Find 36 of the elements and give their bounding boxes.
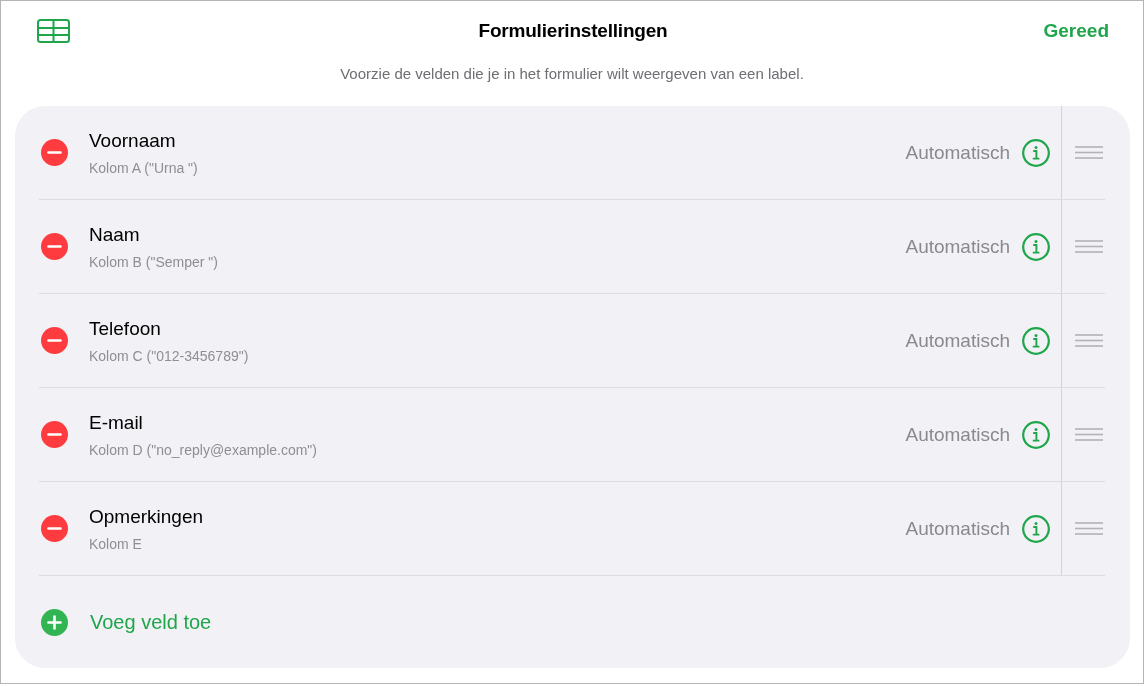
field-label: E-mail [89,410,143,435]
drag-handle-icon[interactable] [1075,522,1103,535]
field-type-text: Automatisch [905,516,1010,541]
column-text: Kolom E [89,534,142,553]
remove-icon[interactable] [41,233,68,260]
field-label: Opmerkingen [89,504,204,529]
done-button[interactable]: Gereed [1043,18,1109,43]
field-type-text: Automatisch [905,328,1010,353]
plus-icon[interactable] [41,608,68,636]
info-icon[interactable] [1022,514,1050,543]
drag-handle-icon[interactable] [1075,334,1103,347]
field-type-text: Automatisch [905,234,1010,259]
remove-icon[interactable] [41,139,68,166]
info-icon[interactable] [1022,232,1050,261]
page-title: Formulierinstellingen [478,18,668,43]
column-text: Kolom B ("Semper ") [89,252,218,271]
remove-icon[interactable] [41,327,68,354]
column-text: Kolom A ("Urna ") [89,158,198,177]
info-icon[interactable] [1022,420,1050,449]
column-text: Kolom C ("012-3456789") [89,346,249,365]
field-type-text: Automatisch [905,140,1010,165]
add-field-button[interactable]: Voeg veld toe [39,608,212,636]
remove-icon[interactable] [41,421,68,448]
drag-handle-icon[interactable] [1075,240,1103,253]
info-icon[interactable] [1022,138,1050,167]
column-text: Kolom D ("no_reply@example.com") [89,440,317,459]
field-type-text: Automatisch [905,422,1010,447]
remove-icon[interactable] [41,515,68,542]
drag-handle-icon[interactable] [1075,146,1103,159]
info-icon[interactable] [1022,326,1050,355]
field-label: Naam [89,222,140,247]
table-icon[interactable] [37,18,70,43]
drag-handle-icon[interactable] [1075,428,1103,441]
field-label: Voornaam [89,128,176,153]
instruction-text: Voorzie de velden die je in het formulier wilt weergeven van een label. [340,64,804,84]
field-label: Telefoon [89,316,161,341]
